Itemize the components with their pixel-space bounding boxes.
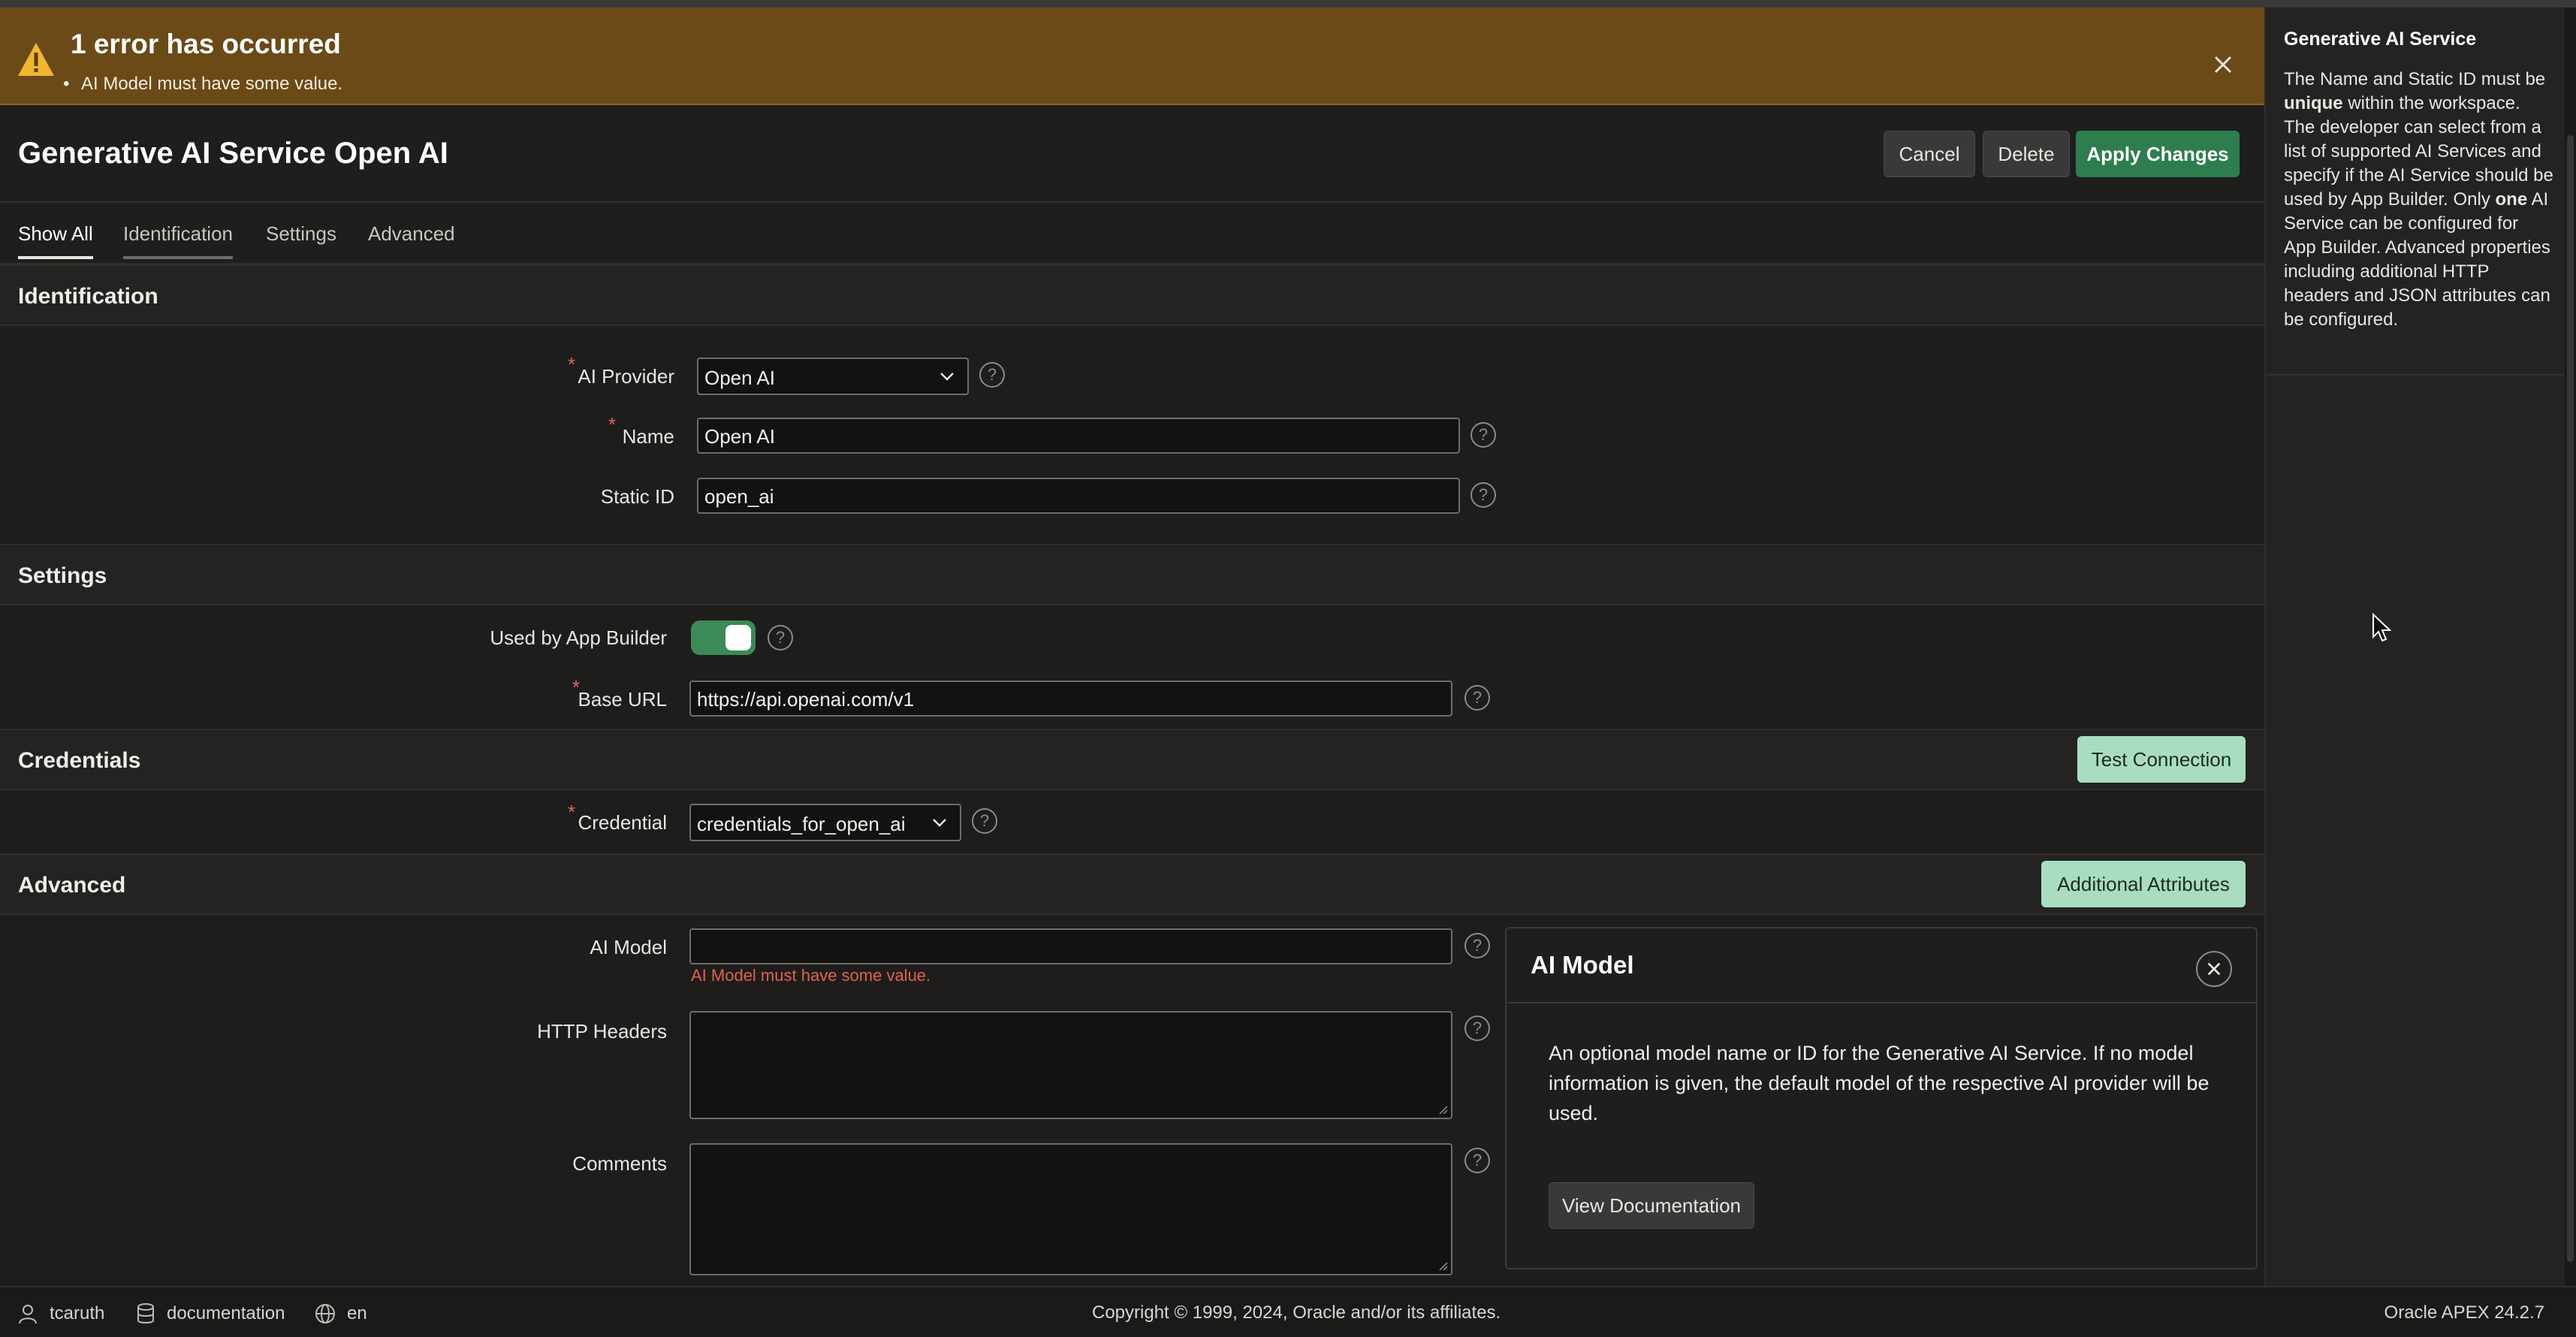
error-title: 1 error has occurred (71, 29, 341, 59)
base-url-input[interactable]: https://api.openai.com/v1 (689, 681, 1452, 717)
footer-language[interactable]: en (314, 1302, 367, 1325)
side-panel-title: Generative AI Service (2284, 29, 2477, 50)
name-input[interactable]: Open AI (697, 418, 1460, 454)
http-headers-label: HTTP Headers (537, 1020, 667, 1043)
user-icon (19, 1305, 37, 1324)
globe-icon (315, 1304, 335, 1323)
ai-provider-label: AI Provider (578, 365, 674, 388)
cancel-button[interactable]: Cancel (1884, 131, 1975, 177)
credential-select[interactable]: credentials_for_open_ai (689, 804, 961, 841)
tab-bar: Show All Identification Settings Advance… (0, 203, 2264, 264)
tab-identification[interactable]: Identification (123, 222, 233, 259)
ai-model-error: AI Model must have some value. (691, 966, 931, 985)
help-icon[interactable]: ? (1470, 482, 1496, 508)
identification-heading: Identification (18, 284, 158, 309)
page-title: Generative AI Service Open AI (18, 137, 448, 170)
comments-textarea[interactable] (689, 1143, 1452, 1275)
error-message: AI Model must have some value. (63, 74, 342, 95)
side-panel-text: AI Service can be configured for App Bui… (2284, 189, 2550, 330)
advanced-heading: Advanced (18, 873, 126, 898)
static-id-input[interactable]: open_ai (697, 478, 1460, 514)
help-icon[interactable]: ? (1470, 422, 1496, 448)
resize-grip-icon[interactable] (1436, 1103, 1448, 1115)
help-icon[interactable]: ? (1464, 1148, 1490, 1173)
footer-language-code: en (347, 1303, 367, 1323)
credential-label: Credential (578, 811, 667, 834)
divider (1507, 1002, 2256, 1004)
error-banner: 1 error has occurred AI Model must have … (0, 8, 2264, 105)
name-label: Name (622, 425, 674, 448)
resize-grip-icon[interactable] (1436, 1259, 1448, 1271)
ai-model-label: AI Model (590, 936, 667, 958)
used-by-app-builder-label: Used by App Builder (490, 626, 667, 649)
help-dialog-body: An optional model name or ID for the Gen… (1549, 1042, 2210, 1124)
divider (2266, 374, 2566, 376)
help-side-panel: Generative AI Service The Name and Stati… (2264, 8, 2566, 1286)
close-icon[interactable] (2208, 50, 2238, 80)
warning-icon (18, 43, 54, 76)
toggle-knob (725, 625, 751, 650)
delete-button[interactable]: Delete (1983, 131, 2070, 177)
settings-region-header: Settings (0, 544, 2264, 605)
advanced-region-header: Advanced (0, 853, 2264, 915)
additional-attributes-button[interactable]: Additional Attributes (2041, 861, 2246, 907)
identification-region-header: Identification (0, 264, 2264, 326)
chevron-down-icon (933, 819, 946, 827)
tab-show-all[interactable]: Show All (18, 222, 93, 259)
test-connection-button[interactable]: Test Connection (2077, 736, 2246, 783)
footer-version: Oracle APEX 24.2.7 (2384, 1302, 2544, 1323)
used-by-app-builder-toggle[interactable] (691, 620, 756, 655)
help-icon[interactable]: ? (1464, 685, 1490, 711)
top-strip (0, 0, 2576, 8)
tab-settings[interactable]: Settings (266, 222, 336, 256)
side-panel-bold: unique (2284, 93, 2343, 113)
help-icon[interactable]: ? (768, 625, 793, 650)
side-panel-bold: one (2495, 189, 2528, 210)
footer-user[interactable]: tcaruth (17, 1302, 104, 1325)
database-icon (137, 1303, 154, 1323)
footer-workspace-name: documentation (167, 1303, 285, 1323)
help-icon[interactable]: ? (1464, 1016, 1490, 1041)
close-icon[interactable] (2196, 951, 2232, 987)
base-url-label: Base URL (578, 688, 668, 711)
help-dialog-title: AI Model (1531, 951, 1634, 979)
help-icon[interactable]: ? (1464, 933, 1490, 958)
credentials-heading: Credentials (18, 748, 141, 773)
ai-model-input[interactable] (689, 928, 1452, 964)
help-icon[interactable]: ? (979, 362, 1005, 388)
footer: tcaruth documentation en Copyright © 199… (0, 1286, 2576, 1337)
footer-user-name: tcaruth (50, 1303, 105, 1323)
apply-changes-button[interactable]: Apply Changes (2076, 131, 2240, 177)
settings-heading: Settings (18, 563, 107, 588)
credentials-region-header: Credentials (0, 729, 2264, 790)
side-panel-body: The Name and Static ID must be unique wi… (2284, 68, 2554, 332)
ai-model-help-dialog: AI Model An optional model name or ID fo… (1505, 927, 2258, 1269)
chevron-down-icon (940, 373, 954, 381)
view-documentation-button[interactable]: View Documentation (1549, 1182, 1754, 1229)
ai-provider-select[interactable]: Open AI (697, 358, 969, 395)
page-header: Generative AI Service Open AI Cancel Del… (0, 105, 2264, 203)
static-id-label: Static ID (600, 485, 674, 508)
footer-workspace[interactable]: documentation (135, 1302, 285, 1325)
comments-label: Comments (572, 1152, 667, 1175)
scrollbar-thumb[interactable] (2567, 135, 2574, 1262)
ai-provider-value: Open AI (704, 367, 775, 389)
credential-value: credentials_for_open_ai (697, 813, 906, 835)
mouse-cursor-icon (2372, 613, 2392, 642)
footer-copyright: Copyright © 1999, 2024, Oracle and/or it… (1092, 1302, 1501, 1323)
tab-advanced[interactable]: Advanced (368, 222, 455, 256)
http-headers-textarea[interactable] (689, 1011, 1452, 1119)
help-icon[interactable]: ? (972, 808, 997, 834)
side-panel-text: The Name and Static ID must be (2284, 69, 2546, 89)
